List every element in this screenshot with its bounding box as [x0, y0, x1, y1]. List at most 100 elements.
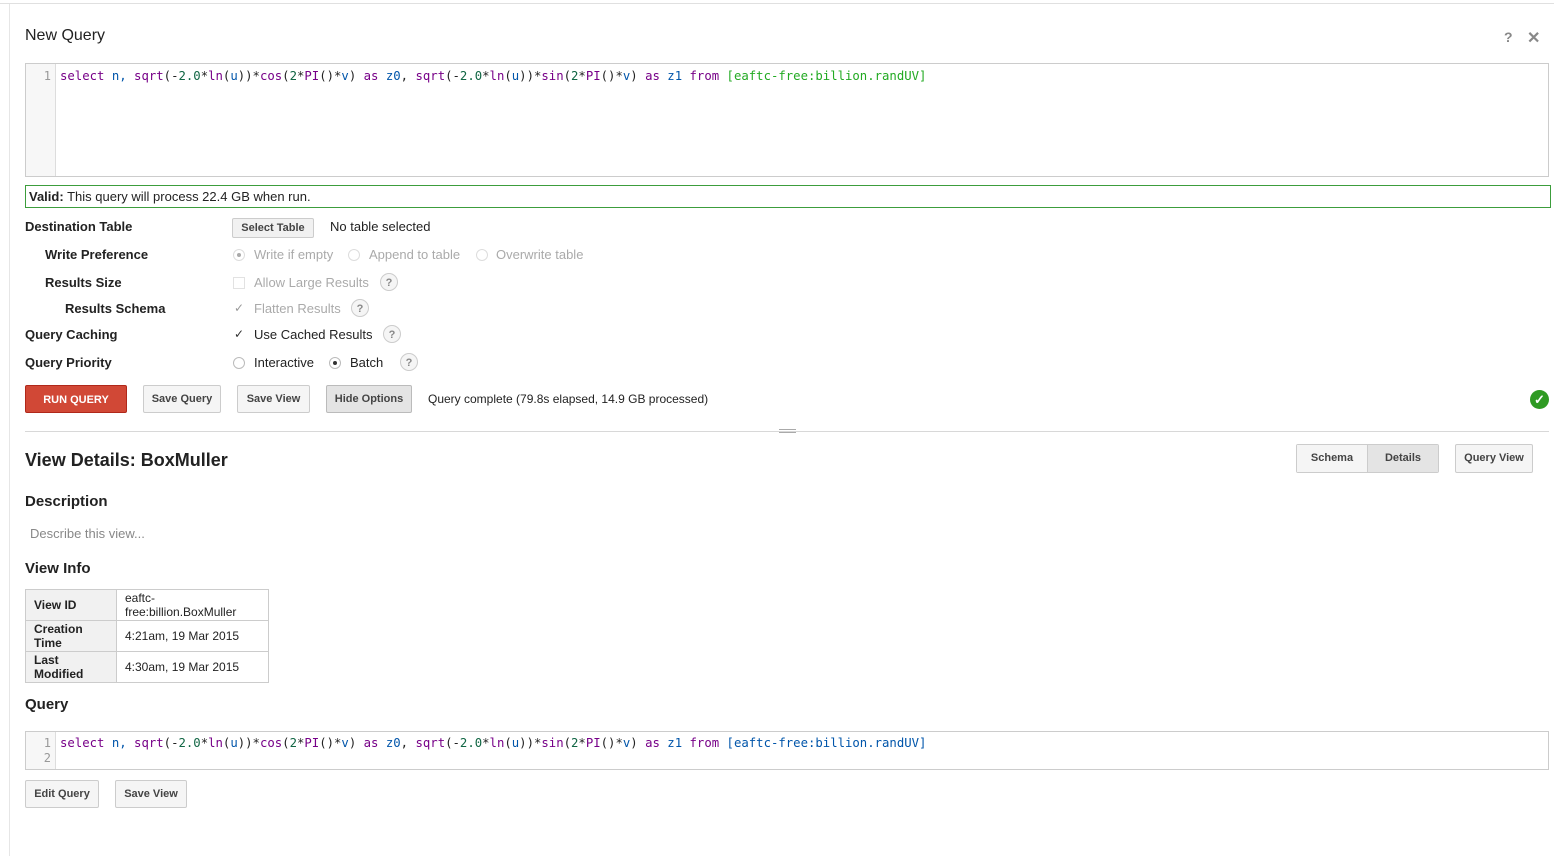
- allow-large-results-label: Allow Large Results: [254, 275, 369, 290]
- overwrite-table-label: Overwrite table: [496, 247, 584, 262]
- help-icon[interactable]: ?: [351, 299, 369, 317]
- allow-large-results-checkbox: [233, 277, 245, 289]
- validation-banner: Valid: This query will process 22.4 GB w…: [25, 185, 1551, 208]
- line-number: 2: [43, 751, 51, 765]
- code-token: sqrt: [134, 736, 164, 750]
- query-text[interactable]: select n, sqrt(-2.0*ln(u))*cos(2*PI()*v)…: [60, 69, 926, 83]
- line-number: 1: [43, 69, 51, 83]
- help-icon[interactable]: ?: [400, 353, 418, 371]
- line-number: 1: [43, 736, 51, 750]
- code-token: [eaftc-free:billion.randUV]: [726, 69, 927, 83]
- left-border: [9, 4, 10, 856]
- code-token: PI: [304, 736, 320, 750]
- validation-prefix: Valid:: [29, 189, 64, 204]
- write-if-empty-label: Write if empty: [254, 247, 334, 262]
- code-token: *: [200, 69, 209, 83]
- destination-table-label: Destination Table: [25, 219, 133, 234]
- code-token: ,: [400, 736, 416, 750]
- code-token: ))*: [237, 736, 260, 750]
- code-token: ln: [489, 69, 505, 83]
- code-token: z1: [667, 69, 683, 83]
- save-view-button[interactable]: Save View: [237, 385, 310, 413]
- code-token: cos: [259, 736, 283, 750]
- query-view-button[interactable]: Query View: [1455, 444, 1533, 473]
- line-number-gutter: 1 2: [26, 732, 56, 769]
- resize-grip-icon[interactable]: [779, 427, 796, 435]
- code-token: *: [578, 69, 586, 83]
- code-token: z1: [667, 736, 683, 750]
- code-token: ))*: [519, 736, 542, 750]
- view-details-title: View Details: BoxMuller: [25, 450, 228, 470]
- code-token: n,: [104, 736, 135, 750]
- code-token: (-: [163, 69, 179, 83]
- code-token: PI: [585, 69, 601, 83]
- hide-options-button[interactable]: Hide Options: [326, 385, 412, 413]
- select-table-button[interactable]: Select Table: [232, 218, 314, 238]
- saved-query-text[interactable]: select n, sqrt(-2.0*ln(u))*cos(2*PI()*v)…: [60, 736, 926, 750]
- radio-batch[interactable]: [329, 357, 341, 369]
- save-query-button[interactable]: Save Query: [143, 385, 221, 413]
- code-token: z0: [385, 736, 401, 750]
- code-token: (: [504, 69, 512, 83]
- query-heading: Query: [25, 696, 69, 713]
- code-token: u: [230, 736, 238, 750]
- code-token: n,: [104, 69, 135, 83]
- code-token: (-: [445, 736, 460, 750]
- code-token: select: [60, 736, 105, 750]
- help-icon[interactable]: ?: [380, 273, 398, 291]
- help-icon[interactable]: ?: [1504, 29, 1513, 45]
- description-heading: Description: [25, 493, 108, 510]
- top-border: [0, 3, 1554, 4]
- info-value: 4:21am, 19 Mar 2015: [116, 620, 269, 652]
- code-token: ()*: [319, 69, 342, 83]
- save-view-button[interactable]: Save View: [115, 780, 187, 808]
- run-query-button[interactable]: RUN QUERY: [25, 385, 127, 413]
- help-icon[interactable]: ?: [383, 325, 401, 343]
- code-token: (: [504, 736, 512, 750]
- code-token: *: [578, 736, 586, 750]
- view-info-table: View ID eaftc-free:billion.BoxMuller Cre…: [25, 589, 269, 683]
- radio-overwrite-table: [476, 249, 488, 261]
- write-preference-label: Write Preference: [45, 247, 149, 262]
- code-token: ()*: [600, 736, 623, 750]
- tab-schema[interactable]: Schema: [1297, 445, 1367, 472]
- code-token: (-: [163, 736, 179, 750]
- results-schema-label: Results Schema: [65, 301, 166, 316]
- code-token: as: [363, 736, 379, 750]
- code-token: as: [363, 69, 379, 83]
- code-token: 2.0: [178, 69, 201, 83]
- append-to-table-label: Append to table: [369, 247, 461, 262]
- query-editor[interactable]: 1 select n, sqrt(-2.0*ln(u))*cos(2*PI()*…: [25, 63, 1549, 177]
- edit-query-button[interactable]: Edit Query: [25, 780, 99, 808]
- code-token: ))*: [237, 69, 260, 83]
- saved-query-viewer[interactable]: 1 2 select n, sqrt(-2.0*ln(u))*cos(2*PI(…: [25, 731, 1549, 770]
- line-number-gutter: 1: [26, 64, 56, 176]
- code-token: 2: [289, 736, 297, 750]
- info-value: 4:30am, 19 Mar 2015: [116, 651, 269, 683]
- radio-interactive[interactable]: [233, 357, 245, 369]
- results-size-label: Results Size: [45, 275, 122, 290]
- tab-details[interactable]: Details: [1367, 445, 1438, 472]
- details-tab-group: Schema Details: [1296, 444, 1439, 473]
- use-cached-results-checkbox[interactable]: ✓: [233, 328, 245, 340]
- description-input[interactable]: Describe this view...: [30, 526, 145, 541]
- info-key: View ID: [25, 589, 117, 621]
- code-token: from: [689, 736, 720, 750]
- code-token: ): [630, 736, 646, 750]
- table-row: View ID eaftc-free:billion.BoxMuller: [25, 589, 269, 621]
- code-token: u: [230, 69, 238, 83]
- code-token: z0: [385, 69, 401, 83]
- code-token: cos: [259, 69, 283, 83]
- page-title: New Query: [25, 27, 106, 44]
- code-token: select: [60, 69, 105, 83]
- code-token: *: [482, 69, 490, 83]
- view-info-heading: View Info: [25, 560, 91, 577]
- close-icon[interactable]: ✕: [1527, 28, 1540, 48]
- query-priority-label: Query Priority: [25, 355, 112, 370]
- code-token: ln: [489, 736, 505, 750]
- code-token: ): [348, 736, 364, 750]
- code-token: 2.0: [178, 736, 201, 750]
